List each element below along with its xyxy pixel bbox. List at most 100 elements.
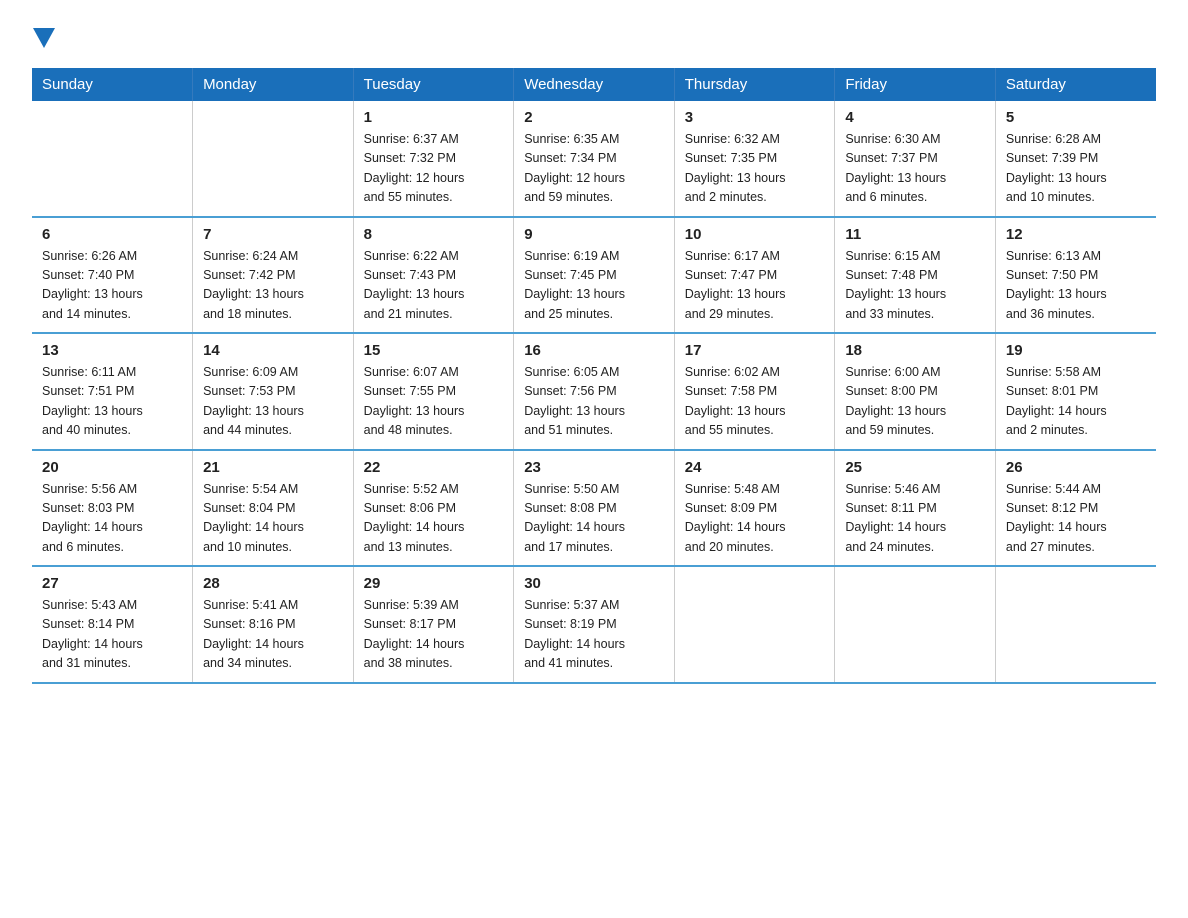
- weekday-header-sunday: Sunday: [32, 68, 193, 101]
- calendar-week-row: 1Sunrise: 6:37 AMSunset: 7:32 PMDaylight…: [32, 101, 1156, 217]
- day-number: 21: [203, 459, 343, 476]
- calendar-week-row: 13 Sunrise: 6:11 AMSunset: 7:51 PMDayligh…: [32, 333, 1156, 450]
- calendar-cell: 10 Sunrise: 6:17 AMSunset: 7:47 PMDayligh…: [674, 217, 835, 334]
- day-info: Sunrise: 6:22 AMSunset: 7:43 PMDaylight:…: [364, 247, 504, 325]
- day-number: 26: [1006, 459, 1146, 476]
- day-info: Sunrise: 6:19 AMSunset: 7:45 PMDaylight:…: [524, 247, 664, 325]
- logo: [32, 24, 55, 52]
- day-number: 6: [42, 226, 182, 243]
- day-info: Sunrise: 5:52 AMSunset: 8:06 PMDaylight:…: [364, 480, 504, 558]
- calendar-cell: 28 Sunrise: 5:41 AMSunset: 8:16 PMDayligh…: [193, 566, 354, 683]
- day-number: 30: [524, 575, 664, 592]
- calendar-cell: 16 Sunrise: 6:05 AMSunset: 7:56 PMDayligh…: [514, 333, 675, 450]
- day-info: Sunrise: 5:50 AMSunset: 8:08 PMDaylight:…: [524, 480, 664, 558]
- day-number: 29: [364, 575, 504, 592]
- calendar-cell: 6 Sunrise: 6:26 AMSunset: 7:40 PMDaylight…: [32, 217, 193, 334]
- day-number: 19: [1006, 342, 1146, 359]
- calendar-table: SundayMondayTuesdayWednesdayThursdayFrid…: [32, 68, 1156, 684]
- day-number: 22: [364, 459, 504, 476]
- day-number: 4: [845, 109, 985, 126]
- weekday-header-wednesday: Wednesday: [514, 68, 675, 101]
- day-number: 9: [524, 226, 664, 243]
- day-number: 11: [845, 226, 985, 243]
- day-number: 28: [203, 575, 343, 592]
- calendar-cell: 12 Sunrise: 6:13 AMSunset: 7:50 PMDayligh…: [995, 217, 1156, 334]
- day-info: Sunrise: 5:54 AMSunset: 8:04 PMDaylight:…: [203, 480, 343, 558]
- day-info: Sunrise: 5:44 AMSunset: 8:12 PMDaylight:…: [1006, 480, 1146, 558]
- weekday-header-thursday: Thursday: [674, 68, 835, 101]
- calendar-cell: 15 Sunrise: 6:07 AMSunset: 7:55 PMDayligh…: [353, 333, 514, 450]
- calendar-cell: 24 Sunrise: 5:48 AMSunset: 8:09 PMDayligh…: [674, 450, 835, 567]
- logo-triangle-icon: [33, 28, 55, 48]
- day-info: Sunrise: 5:37 AMSunset: 8:19 PMDaylight:…: [524, 596, 664, 674]
- calendar-cell: 22 Sunrise: 5:52 AMSunset: 8:06 PMDayligh…: [353, 450, 514, 567]
- calendar-cell: 2Sunrise: 6:35 AMSunset: 7:34 PMDaylight…: [514, 101, 675, 217]
- day-info: Sunrise: 5:43 AMSunset: 8:14 PMDaylight:…: [42, 596, 182, 674]
- day-number: 1: [364, 109, 504, 126]
- day-info: Sunrise: 6:26 AMSunset: 7:40 PMDaylight:…: [42, 247, 182, 325]
- day-info: Sunrise: 6:09 AMSunset: 7:53 PMDaylight:…: [203, 363, 343, 441]
- calendar-cell: 29 Sunrise: 5:39 AMSunset: 8:17 PMDayligh…: [353, 566, 514, 683]
- day-info: Sunrise: 6:13 AMSunset: 7:50 PMDaylight:…: [1006, 247, 1146, 325]
- calendar-cell: 8Sunrise: 6:22 AMSunset: 7:43 PMDaylight…: [353, 217, 514, 334]
- calendar-week-row: 20 Sunrise: 5:56 AMSunset: 8:03 PMDayligh…: [32, 450, 1156, 567]
- day-number: 24: [685, 459, 825, 476]
- calendar-week-row: 6 Sunrise: 6:26 AMSunset: 7:40 PMDaylight…: [32, 217, 1156, 334]
- day-number: 17: [685, 342, 825, 359]
- calendar-cell: 21 Sunrise: 5:54 AMSunset: 8:04 PMDayligh…: [193, 450, 354, 567]
- day-info: Sunrise: 6:15 AMSunset: 7:48 PMDaylight:…: [845, 247, 985, 325]
- page-header: [32, 24, 1156, 52]
- day-number: 15: [364, 342, 504, 359]
- calendar-cell: 30 Sunrise: 5:37 AMSunset: 8:19 PMDayligh…: [514, 566, 675, 683]
- day-info: Sunrise: 6:02 AMSunset: 7:58 PMDaylight:…: [685, 363, 825, 441]
- calendar-cell: 1Sunrise: 6:37 AMSunset: 7:32 PMDaylight…: [353, 101, 514, 217]
- calendar-cell: [32, 101, 193, 217]
- day-info: Sunrise: 5:46 AMSunset: 8:11 PMDaylight:…: [845, 480, 985, 558]
- day-number: 20: [42, 459, 182, 476]
- calendar-cell: 7 Sunrise: 6:24 AMSunset: 7:42 PMDaylight…: [193, 217, 354, 334]
- day-info: Sunrise: 5:56 AMSunset: 8:03 PMDaylight:…: [42, 480, 182, 558]
- day-number: 18: [845, 342, 985, 359]
- day-info: Sunrise: 5:48 AMSunset: 8:09 PMDaylight:…: [685, 480, 825, 558]
- calendar-header-row: SundayMondayTuesdayWednesdayThursdayFrid…: [32, 68, 1156, 101]
- calendar-cell: 9 Sunrise: 6:19 AMSunset: 7:45 PMDaylight…: [514, 217, 675, 334]
- calendar-cell: 11 Sunrise: 6:15 AMSunset: 7:48 PMDayligh…: [835, 217, 996, 334]
- day-number: 16: [524, 342, 664, 359]
- day-info: Sunrise: 6:07 AMSunset: 7:55 PMDaylight:…: [364, 363, 504, 441]
- calendar-cell: 25 Sunrise: 5:46 AMSunset: 8:11 PMDayligh…: [835, 450, 996, 567]
- weekday-header-friday: Friday: [835, 68, 996, 101]
- day-info: Sunrise: 5:58 AMSunset: 8:01 PMDaylight:…: [1006, 363, 1146, 441]
- calendar-cell: 20 Sunrise: 5:56 AMSunset: 8:03 PMDayligh…: [32, 450, 193, 567]
- calendar-cell: 26 Sunrise: 5:44 AMSunset: 8:12 PMDayligh…: [995, 450, 1156, 567]
- calendar-cell: [835, 566, 996, 683]
- calendar-cell: 13 Sunrise: 6:11 AMSunset: 7:51 PMDayligh…: [32, 333, 193, 450]
- weekday-header-saturday: Saturday: [995, 68, 1156, 101]
- day-number: 13: [42, 342, 182, 359]
- day-info: Sunrise: 6:00 AMSunset: 8:00 PMDaylight:…: [845, 363, 985, 441]
- calendar-cell: 18 Sunrise: 6:00 AMSunset: 8:00 PMDayligh…: [835, 333, 996, 450]
- day-info: Sunrise: 5:39 AMSunset: 8:17 PMDaylight:…: [364, 596, 504, 674]
- day-number: 10: [685, 226, 825, 243]
- day-number: 7: [203, 226, 343, 243]
- weekday-header-tuesday: Tuesday: [353, 68, 514, 101]
- day-info: Sunrise: 6:32 AMSunset: 7:35 PMDaylight:…: [685, 130, 825, 208]
- day-number: 23: [524, 459, 664, 476]
- day-info: Sunrise: 6:11 AMSunset: 7:51 PMDaylight:…: [42, 363, 182, 441]
- day-number: 12: [1006, 226, 1146, 243]
- day-info: Sunrise: 5:41 AMSunset: 8:16 PMDaylight:…: [203, 596, 343, 674]
- calendar-cell: 3Sunrise: 6:32 AMSunset: 7:35 PMDaylight…: [674, 101, 835, 217]
- day-info: Sunrise: 6:17 AMSunset: 7:47 PMDaylight:…: [685, 247, 825, 325]
- day-info: Sunrise: 6:35 AMSunset: 7:34 PMDaylight:…: [524, 130, 664, 208]
- day-number: 25: [845, 459, 985, 476]
- day-info: Sunrise: 6:30 AMSunset: 7:37 PMDaylight:…: [845, 130, 985, 208]
- day-info: Sunrise: 6:24 AMSunset: 7:42 PMDaylight:…: [203, 247, 343, 325]
- day-number: 27: [42, 575, 182, 592]
- day-number: 5: [1006, 109, 1146, 126]
- day-info: Sunrise: 6:05 AMSunset: 7:56 PMDaylight:…: [524, 363, 664, 441]
- weekday-header-monday: Monday: [193, 68, 354, 101]
- day-number: 14: [203, 342, 343, 359]
- calendar-cell: 27 Sunrise: 5:43 AMSunset: 8:14 PMDayligh…: [32, 566, 193, 683]
- calendar-cell: [995, 566, 1156, 683]
- calendar-week-row: 27 Sunrise: 5:43 AMSunset: 8:14 PMDayligh…: [32, 566, 1156, 683]
- calendar-cell: 5Sunrise: 6:28 AMSunset: 7:39 PMDaylight…: [995, 101, 1156, 217]
